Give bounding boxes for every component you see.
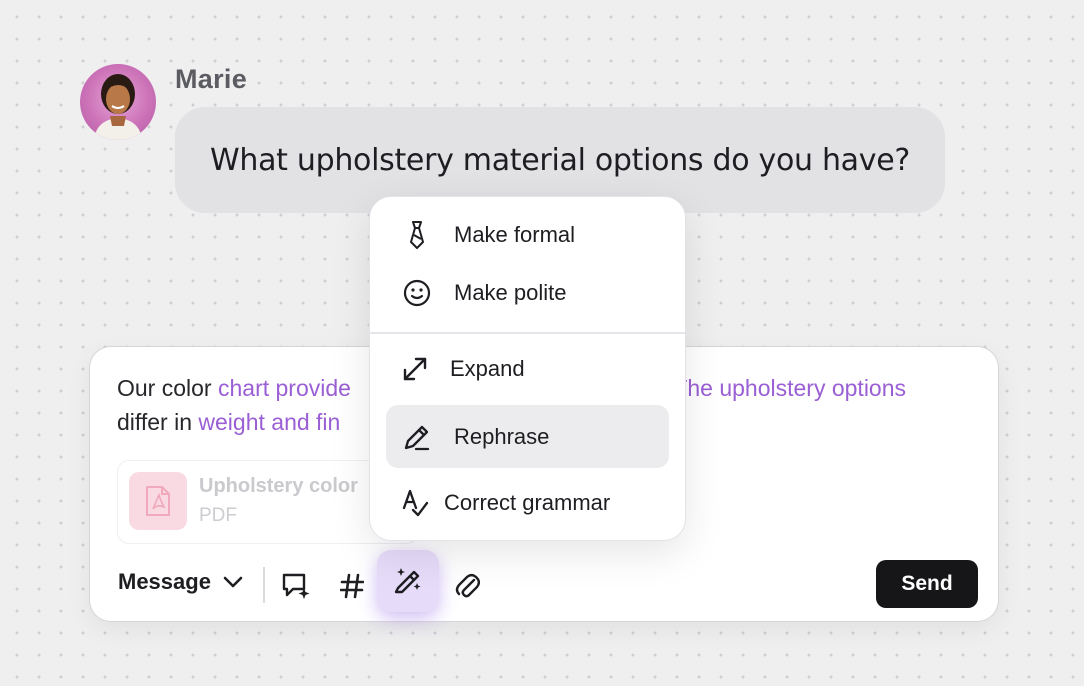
menu-item-label: Make formal <box>454 222 576 247</box>
message-text: What upholstery material options do you … <box>210 142 910 178</box>
composer-text-highlight: weight and fin <box>198 409 341 435</box>
toolbar-divider <box>263 567 265 603</box>
hashtag-button[interactable] <box>327 561 377 611</box>
tie-icon <box>400 220 434 250</box>
paperclip-icon <box>455 573 480 598</box>
magic-wand-icon <box>394 568 421 594</box>
attach-file-button[interactable] <box>442 561 492 611</box>
menu-item-label: Correct grammar <box>444 490 611 515</box>
pencil-icon <box>400 422 434 452</box>
hashtag-icon <box>340 573 364 599</box>
chevron-down-icon <box>223 576 243 588</box>
menu-divider <box>370 332 685 334</box>
menu-item-make-polite[interactable]: Make polite <box>386 264 669 322</box>
composer-text-segment: in <box>174 409 199 435</box>
menu-item-label: Make polite <box>454 280 567 305</box>
menu-item-correct-grammar[interactable]: Correct grammar <box>386 474 669 532</box>
menu-item-rephrase[interactable]: Rephrase <box>386 405 669 468</box>
menu-item-expand[interactable]: Expand <box>386 340 669 398</box>
sender-name: Marie <box>175 64 248 94</box>
composer-text-segment: differ <box>117 409 175 435</box>
pdf-file-icon <box>129 472 187 530</box>
mode-label: Message <box>118 569 211 594</box>
send-button[interactable]: Send <box>876 560 978 608</box>
chat-sparkle-icon <box>282 573 310 599</box>
composer-text-segment: Our color <box>117 375 218 401</box>
composer-text-highlight: . The upholstery options <box>660 375 907 401</box>
message-mode-select[interactable]: Message <box>118 569 243 595</box>
menu-item-label: Expand <box>450 356 525 381</box>
smile-icon <box>400 279 434 307</box>
ai-rewrite-menu: Make formal Make polite Expand Rephrase … <box>369 196 686 541</box>
attachment-name: Upholstery color <box>199 475 358 497</box>
grammar-check-icon <box>398 488 432 518</box>
ai-rewrite-button[interactable] <box>377 550 439 612</box>
menu-item-label: Rephrase <box>454 423 550 449</box>
avatar <box>80 64 156 140</box>
expand-arrows-icon <box>398 355 432 383</box>
composer-text-highlight: chart provide <box>217 375 351 401</box>
ai-reply-button[interactable] <box>271 561 321 611</box>
menu-item-make-formal[interactable]: Make formal <box>386 206 669 264</box>
attachment-type: PDF <box>199 505 237 526</box>
